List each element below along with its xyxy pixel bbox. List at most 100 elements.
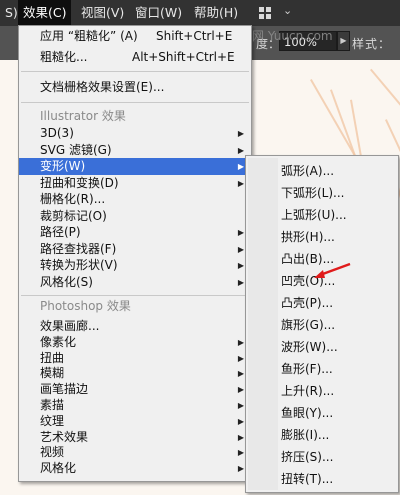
warp-item-label: 波形(W)... — [281, 340, 338, 354]
menu-item-ps-6[interactable]: 素描 ▶ — [19, 397, 251, 414]
section-header-label: Illustrator 效果 — [40, 109, 126, 123]
menu-window[interactable]: 窗口(W) — [130, 0, 187, 26]
menu-effect[interactable]: 效果(C) — [18, 0, 72, 26]
menu-item-label: 风格化 — [40, 461, 77, 476]
illustrator-effects-header: Illustrator 效果 — [19, 108, 251, 125]
submenu-arrow-icon: ▶ — [237, 416, 244, 426]
warp-item-label: 扭转(T)... — [281, 472, 334, 486]
warp-item-7[interactable]: 凸壳(P)... — [246, 292, 398, 314]
menu-item-label: 应用 “粗糙化” (A) — [40, 29, 138, 43]
warp-item-label: 挤压(S)... — [281, 450, 334, 464]
warp-item-12[interactable]: 鱼眼(Y)... — [246, 402, 398, 424]
submenu-arrow-icon: ▶ — [237, 277, 244, 287]
menu-item-1[interactable]: 3D(3) ▶ — [19, 125, 251, 142]
chevron-down-icon[interactable]: ⌄ — [283, 4, 292, 17]
menu-item-label: 裁剪标记(O) — [40, 208, 107, 223]
menu-item-ps-9[interactable]: 视频 ▶ — [19, 444, 251, 461]
menu-item-label: 栅格化(R)... — [40, 192, 106, 206]
menu-item-2[interactable]: SVG 滤镜(G) ▶ — [19, 142, 251, 159]
warp-item-4[interactable]: 拱形(H)... — [246, 226, 398, 248]
menu-item-label: 变形(W) — [40, 159, 86, 173]
menu-item-label: SVG 滤镜(G) — [40, 142, 112, 157]
menu-item-ps-7[interactable]: 纹理 ▶ — [19, 413, 251, 430]
menu-view[interactable]: 视图(V) — [76, 0, 129, 26]
menu-item-3[interactable]: 变形(W) ▶ — [19, 158, 251, 175]
menu-item-last-effect[interactable]: 粗糙化... Alt+Shift+Ctrl+E — [19, 49, 251, 66]
submenu-arrow-icon: ▶ — [237, 353, 244, 363]
warp-item-label: 凸壳(P)... — [281, 296, 334, 310]
separator — [21, 71, 249, 72]
menu-item-label: 扭曲 — [40, 350, 65, 365]
menu-item-10[interactable]: 风格化(S) ▶ — [19, 274, 251, 291]
warp-item-2[interactable]: 下弧形(L)... — [246, 182, 398, 204]
menu-item-ps-1[interactable]: 效果画廊... — [19, 318, 251, 335]
submenu-arrow-icon: ▶ — [237, 401, 244, 410]
menu-item-ps-10[interactable]: 风格化 ▶ — [19, 460, 251, 477]
menu-item-shortcut: Shift+Ctrl+E — [156, 29, 233, 43]
warp-item-label: 鱼眼(Y)... — [281, 406, 334, 420]
submenu-arrow-icon: ▶ — [237, 261, 244, 270]
warp-item-11[interactable]: 上升(R)... — [246, 380, 398, 402]
style-label: 样式： — [352, 37, 392, 51]
warp-item-label: 上弧形(U)... — [281, 208, 347, 222]
menu-item-label: 纹理 — [40, 413, 65, 428]
submenu-arrow-icon: ▶ — [237, 432, 244, 442]
warp-item-13[interactable]: 膨胀(I)... — [246, 424, 398, 446]
warp-item-9[interactable]: 波形(W)... — [246, 336, 398, 358]
menu-item-label: 艺术效果 — [40, 429, 89, 444]
menu-item-ps-8[interactable]: 艺术效果 ▶ — [19, 429, 251, 446]
warp-item-10[interactable]: 鱼形(F)... — [246, 358, 398, 380]
menu-item-label: 像素化 — [40, 334, 77, 349]
submenu-arrow-icon: ▶ — [237, 448, 244, 458]
menu-item-label: 风格化(S) — [40, 274, 93, 289]
menu-item-ps-3[interactable]: 扭曲 ▶ — [19, 350, 251, 367]
warp-item-14[interactable]: 挤压(S)... — [246, 446, 398, 468]
menu-item-label: 画笔描边 — [40, 382, 89, 397]
warp-item-8[interactable]: 旗形(G)... — [246, 314, 398, 336]
menu-item-shortcut: Alt+Shift+Ctrl+E — [132, 50, 235, 64]
menu-item-label: 模糊 — [40, 366, 65, 381]
grid-icon[interactable] — [259, 7, 271, 19]
warp-item-label: 拱形(H)... — [281, 230, 335, 244]
menu-item-7[interactable]: 路径(P) ▶ — [19, 224, 251, 241]
menu-item-5[interactable]: 栅格化(R)... — [19, 191, 251, 208]
opacity-dropdown-icon[interactable]: ▶ — [337, 31, 350, 51]
warp-item-label: 上升(R)... — [281, 384, 335, 398]
menu-item-label: 文档栅格效果设置(E)... — [40, 80, 165, 94]
warp-item-label: 弧形(A)... — [281, 164, 335, 178]
submenu-arrow-icon: ▶ — [237, 369, 244, 379]
menu-item-label: 素描 — [40, 398, 65, 412]
menu-item-6[interactable]: 裁剪标记(O) — [19, 208, 251, 225]
submenu-arrow-icon: ▶ — [237, 464, 244, 474]
warp-item-label: 旗形(G)... — [281, 318, 336, 332]
warp-item-label: 膨胀(I)... — [281, 428, 330, 442]
submenu-arrow-icon: ▶ — [237, 385, 244, 395]
warp-item-15[interactable]: 扭转(T)... — [246, 468, 398, 490]
warp-item-label: 鱼形(F)... — [281, 362, 333, 376]
menu-item-9[interactable]: 转换为形状(V) ▶ — [19, 257, 251, 274]
separator — [21, 295, 249, 296]
separator — [21, 102, 249, 103]
menu-item-4[interactable]: 扭曲和变换(D) ▶ — [19, 175, 251, 192]
photoshop-effects-header: Photoshop 效果 — [19, 298, 251, 315]
effect-menu: 应用 “粗糙化” (A) Shift+Ctrl+E 粗糙化... Alt+Shi… — [18, 25, 252, 482]
menu-item-label: 转换为形状(V) — [40, 258, 118, 272]
warp-item-3[interactable]: 上弧形(U)... — [246, 204, 398, 226]
menu-item-8[interactable]: 路径查找器(F) ▶ — [19, 241, 251, 258]
menu-item-label: 粗糙化... — [40, 50, 88, 64]
submenu-arrow-icon: ▶ — [237, 162, 244, 171]
submenu-arrow-icon: ▶ — [237, 228, 244, 237]
menu-item-apply-last[interactable]: 应用 “粗糙化” (A) Shift+Ctrl+E — [19, 28, 251, 45]
warp-item-label: 下弧形(L)... — [281, 186, 345, 200]
submenu-arrow-icon: ▶ — [237, 145, 244, 155]
menu-item-ps-2[interactable]: 像素化 ▶ — [19, 334, 251, 351]
menu-help[interactable]: 帮助(H) — [189, 0, 243, 26]
warp-item-1[interactable]: 弧形(A)... — [246, 160, 398, 182]
menu-bar: S) 效果(C) 视图(V) 窗口(W) 帮助(H) ⌄ — [0, 0, 400, 26]
menu-item-raster-settings[interactable]: 文档栅格效果设置(E)... — [19, 79, 251, 96]
menu-item-label: 视频 — [40, 445, 65, 460]
submenu-arrow-icon: ▶ — [237, 337, 244, 347]
menu-item-ps-4[interactable]: 模糊 ▶ — [19, 365, 251, 382]
submenu-arrow-icon: ▶ — [237, 129, 244, 138]
menu-item-ps-5[interactable]: 画笔描边 ▶ — [19, 381, 251, 398]
